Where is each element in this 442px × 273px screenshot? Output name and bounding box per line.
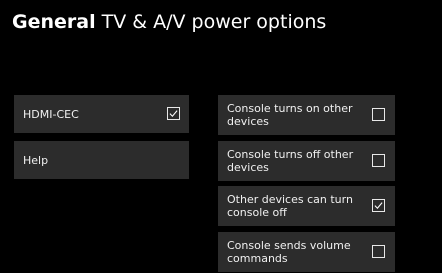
- section-title: General: [12, 11, 96, 33]
- console-turns-off-devices-toggle[interactable]: Console turns off other devices: [218, 141, 395, 181]
- console-sends-volume-checkbox[interactable]: [372, 245, 385, 258]
- hdmi-cec-checkbox[interactable]: [167, 107, 180, 120]
- devices-turn-console-off-checkbox[interactable]: [372, 199, 385, 212]
- checkmark-icon: [169, 110, 178, 117]
- console-sends-volume-label: Console sends volume commands: [227, 239, 351, 265]
- page-header: General TV & A/V power options: [12, 10, 326, 34]
- console-sends-volume-toggle[interactable]: Console sends volume commands: [218, 232, 395, 272]
- console-turns-off-devices-checkbox[interactable]: [372, 154, 385, 167]
- checkmark-icon: [374, 202, 383, 209]
- page-title: TV & A/V power options: [101, 11, 327, 33]
- hdmi-cec-label: HDMI-CEC: [23, 107, 79, 121]
- console-turns-off-devices-label: Console turns off other devices: [227, 148, 354, 174]
- console-turns-on-devices-checkbox[interactable]: [372, 108, 385, 121]
- hdmi-cec-toggle[interactable]: HDMI-CEC: [14, 95, 189, 133]
- console-turns-on-devices-toggle[interactable]: Console turns on other devices: [218, 95, 395, 135]
- help-label: Help: [23, 153, 49, 167]
- devices-turn-console-off-toggle[interactable]: Other devices can turn console off: [218, 186, 395, 226]
- console-turns-on-devices-label: Console turns on other devices: [227, 102, 353, 128]
- devices-turn-console-off-label: Other devices can turn console off: [227, 193, 353, 219]
- help-button[interactable]: Help: [14, 141, 189, 179]
